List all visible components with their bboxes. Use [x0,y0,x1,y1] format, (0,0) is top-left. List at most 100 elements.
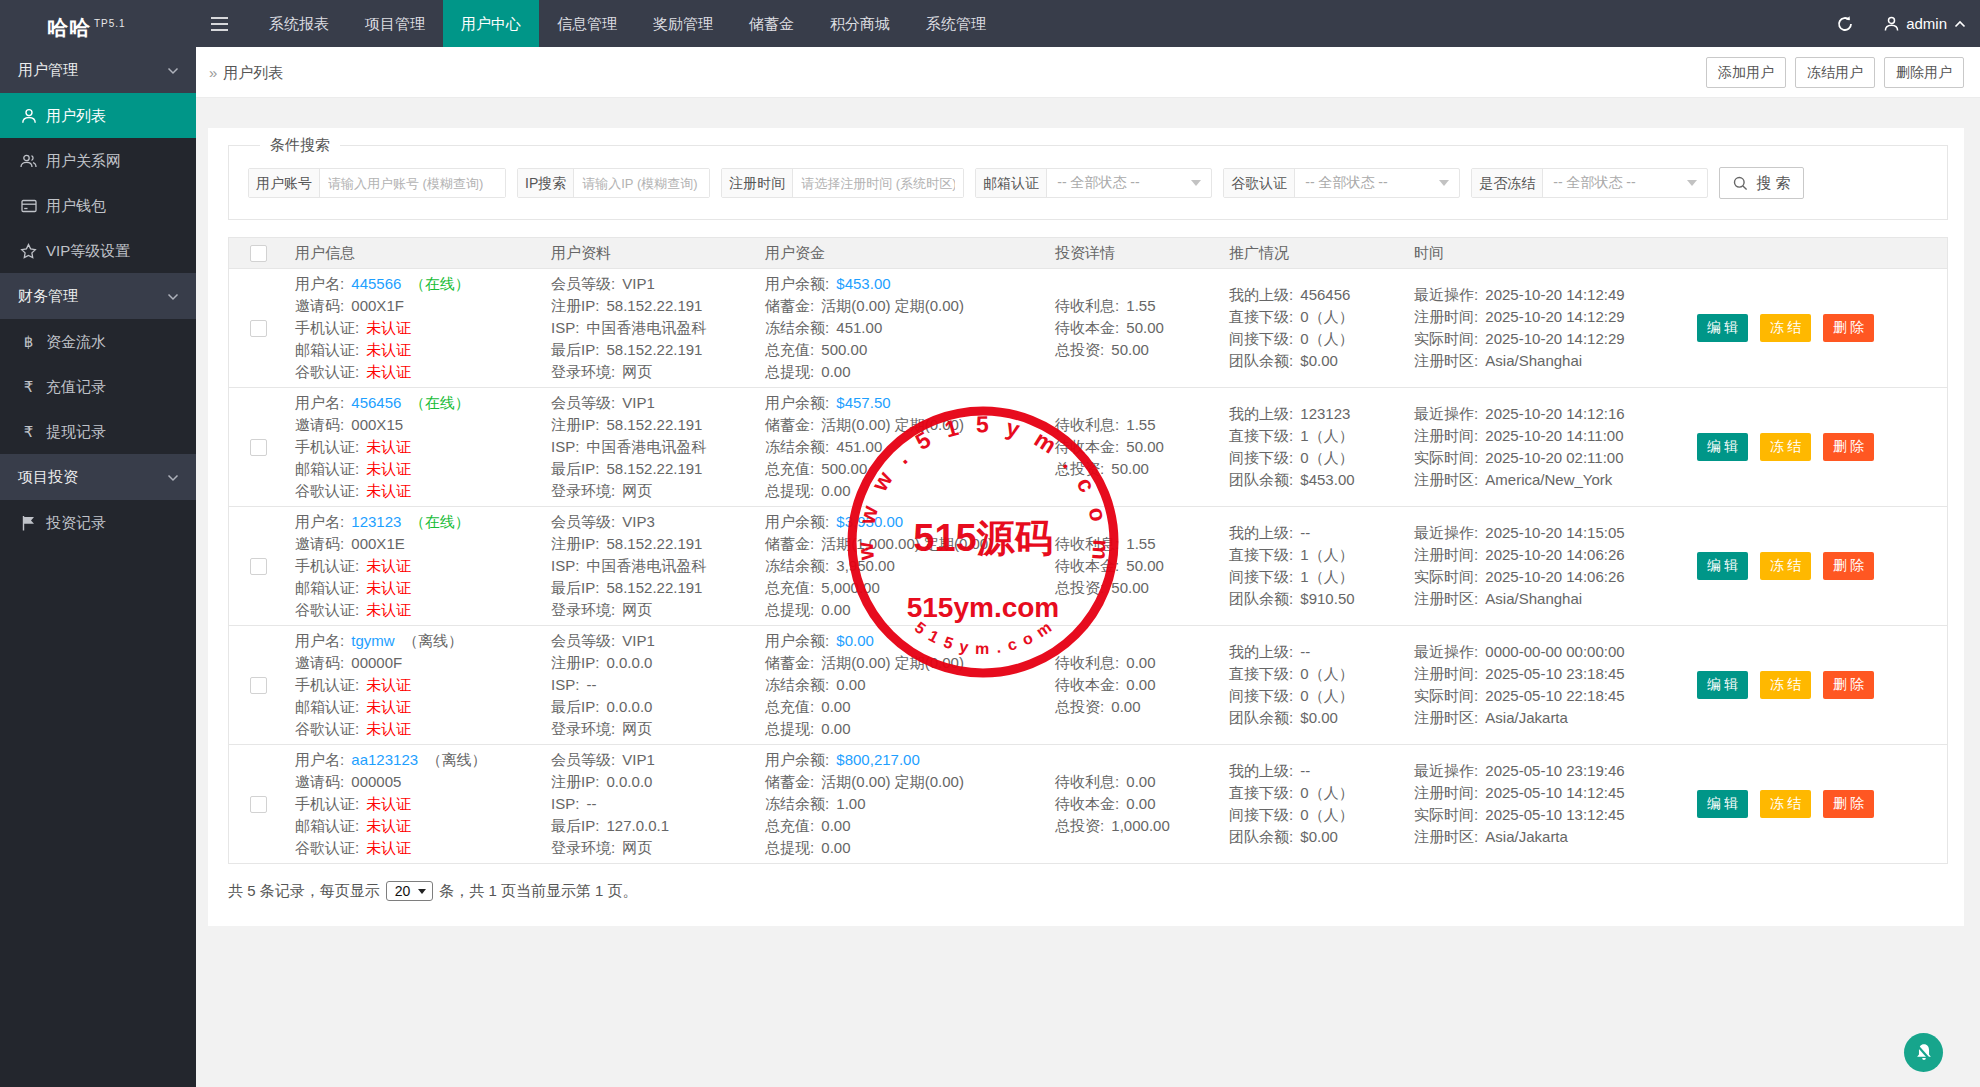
topbar: 哈哈TP5.1 系统报表项目管理用户中心信息管理奖励管理储蓄金积分商城系统管理 … [0,0,1980,47]
nav-item[interactable]: 储蓄金 [731,0,812,47]
top-navigation: 系统报表项目管理用户中心信息管理奖励管理储蓄金积分商城系统管理 [251,0,1004,47]
promotion-cell: 我的上级: --直接下级: 0（人）间接下级: 0（人）团队余额: $0.00 [1221,745,1406,863]
content-card: 条件搜索 用户账号IP搜索注册时间邮箱认证-- 全部状态 --谷歌认证-- 全部… [208,128,1964,926]
sidebar-group[interactable]: 项目投资 [0,454,196,500]
sidebar-group[interactable]: 财务管理 [0,273,196,319]
sidebar-item[interactable]: 投资记录 [0,500,196,545]
page-size-value: 20 [395,883,411,899]
chevron-down-icon [167,293,179,301]
invest-detail-cell: 待收利息: 0.00待收本金: 0.00总投资: 1,000.00 [1047,745,1221,863]
freeze-button[interactable]: 冻结 [1760,433,1811,461]
row-checkbox[interactable] [250,439,267,456]
freeze-button[interactable]: 冻结 [1760,314,1811,342]
sidebar-item[interactable]: 用户钱包 [0,183,196,228]
search-field: 注册时间 [721,168,964,198]
user-funds-cell: 用户余额: $3,930.00储蓄金: 活期(1,000.00) 定期(0.00… [757,507,1047,625]
refresh-icon[interactable] [1836,15,1854,33]
search-button[interactable]: 搜 索 [1719,167,1804,199]
bell-slash-icon [1913,1042,1935,1064]
invest-detail-cell: 待收利息: 1.55待收本金: 50.00总投资: 50.00 [1047,388,1221,506]
rupee-icon: ₹ [20,364,37,409]
sidebar-item[interactable]: 用户关系网 [0,138,196,183]
invest-detail-cell: 待收利息: 0.00待收本金: 0.00总投资: 0.00 [1047,626,1221,744]
notification-mute-button[interactable] [1904,1033,1943,1072]
invest-detail-cell: 待收利息: 1.55待收本金: 50.00总投资: 50.00 [1047,507,1221,625]
rupee-icon: ₹ [20,409,37,454]
freeze-button[interactable]: 冻结 [1760,671,1811,699]
user-profile-cell: 会员等级: VIP3注册IP: 58.152.22.191ISP: 中国香港电讯… [543,507,757,625]
delete-button[interactable]: 删除 [1823,433,1874,461]
search-input[interactable] [574,169,709,197]
edit-button[interactable]: 编辑 [1697,671,1748,699]
promotion-cell: 我的上级: --直接下级: 0（人）间接下级: 0（人）团队余额: $0.00 [1221,626,1406,744]
search-field: 用户账号 [248,168,506,198]
search-select[interactable]: -- 全部状态 -- [1295,169,1459,197]
sidebar-item[interactable]: ₹充值记录 [0,364,196,409]
page-title: 用户列表 [223,64,283,81]
chevron-down-icon [167,67,179,75]
baht-icon: ฿ [20,319,37,364]
nav-item[interactable]: 奖励管理 [635,0,731,47]
brand-version: TP5.1 [94,18,126,29]
admin-menu[interactable]: admin [1884,15,1966,32]
time-cell: 最近操作: 0000-00-00 00:00:00注册时间: 2025-05-1… [1406,626,1689,744]
freeze-button[interactable]: 冻结 [1760,790,1811,818]
nav-item[interactable]: 积分商城 [812,0,908,47]
delete-button[interactable]: 删除 [1823,790,1874,818]
edit-button[interactable]: 编辑 [1697,552,1748,580]
row-checkbox[interactable] [250,677,267,694]
page-action-button[interactable]: 添加用户 [1706,57,1786,88]
breadcrumb: »用户列表 [209,47,283,98]
users-icon [20,153,37,169]
nav-item[interactable]: 项目管理 [347,0,443,47]
user-funds-cell: 用户余额: $800,217.00储蓄金: 活期(0.00) 定期(0.00)冻… [757,745,1047,863]
search-panel: 条件搜索 用户账号IP搜索注册时间邮箱认证-- 全部状态 --谷歌认证-- 全部… [228,136,1948,220]
page-action-button[interactable]: 删除用户 [1884,57,1964,88]
user-profile-cell: 会员等级: VIP1注册IP: 58.152.22.191ISP: 中国香港电讯… [543,269,757,387]
row-checkbox[interactable] [250,558,267,575]
column-header: 投资详情 [1047,244,1221,263]
nav-item[interactable]: 系统管理 [908,0,1004,47]
flag-icon [20,515,37,531]
table-row: 用户名: tgymw （离线）邀请码: 00000F手机认证: 未认证邮箱认证:… [229,626,1947,745]
freeze-button[interactable]: 冻结 [1760,552,1811,580]
sidebar: 用户管理用户列表用户关系网用户钱包VIP等级设置财务管理฿资金流水₹充值记录₹提… [0,47,196,1087]
select-all-checkbox[interactable] [250,245,267,262]
search-input[interactable] [793,169,963,197]
wallet-icon [20,199,37,213]
nav-item[interactable]: 用户中心 [443,0,539,47]
user-info-cell: 用户名: 445566 （在线）邀请码: 000X1F手机认证: 未认证邮箱认证… [287,269,543,387]
sidebar-item[interactable]: ₹提现记录 [0,409,196,454]
sidebar-item[interactable]: 用户列表 [0,93,196,138]
invest-detail-cell: 待收利息: 1.55待收本金: 50.00总投资: 50.00 [1047,269,1221,387]
edit-button[interactable]: 编辑 [1697,433,1748,461]
search-field: 邮箱认证-- 全部状态 -- [975,168,1212,198]
edit-button[interactable]: 编辑 [1697,314,1748,342]
sidebar-item[interactable]: ฿资金流水 [0,319,196,364]
search-select[interactable]: -- 全部状态 -- [1543,169,1707,197]
search-icon [1733,176,1748,191]
nav-item[interactable]: 信息管理 [539,0,635,47]
delete-button[interactable]: 删除 [1823,552,1874,580]
caret-down-icon [1191,180,1201,186]
user-info-cell: 用户名: tgymw （离线）邀请码: 00000F手机认证: 未认证邮箱认证:… [287,626,543,744]
page-size-select[interactable]: 20 [386,881,434,901]
page-action-button[interactable]: 冻结用户 [1795,57,1875,88]
user-funds-cell: 用户余额: $457.50储蓄金: 活期(0.00) 定期(0.00)冻结余额:… [757,388,1047,506]
promotion-cell: 我的上级: 456456直接下级: 0（人）间接下级: 0（人）团队余额: $0… [1221,269,1406,387]
delete-button[interactable]: 删除 [1823,671,1874,699]
search-input[interactable] [320,169,505,197]
sidebar-group[interactable]: 用户管理 [0,47,196,93]
user-info-cell: 用户名: 123123 （在线）邀请码: 000X1E手机认证: 未认证邮箱认证… [287,507,543,625]
search-select[interactable]: -- 全部状态 -- [1047,169,1211,197]
user-profile-cell: 会员等级: VIP1注册IP: 58.152.22.191ISP: 中国香港电讯… [543,388,757,506]
caret-down-icon [1439,180,1449,186]
sidebar-item[interactable]: VIP等级设置 [0,228,196,273]
edit-button[interactable]: 编辑 [1697,790,1748,818]
nav-item[interactable]: 系统报表 [251,0,347,47]
pagination: 共 5 条记录，每页显示 20 条，共 1 页当前显示第 1 页。 [228,881,1948,901]
row-checkbox[interactable] [250,796,267,813]
delete-button[interactable]: 删除 [1823,314,1874,342]
menu-toggle-icon[interactable] [196,0,242,47]
row-checkbox[interactable] [250,320,267,337]
